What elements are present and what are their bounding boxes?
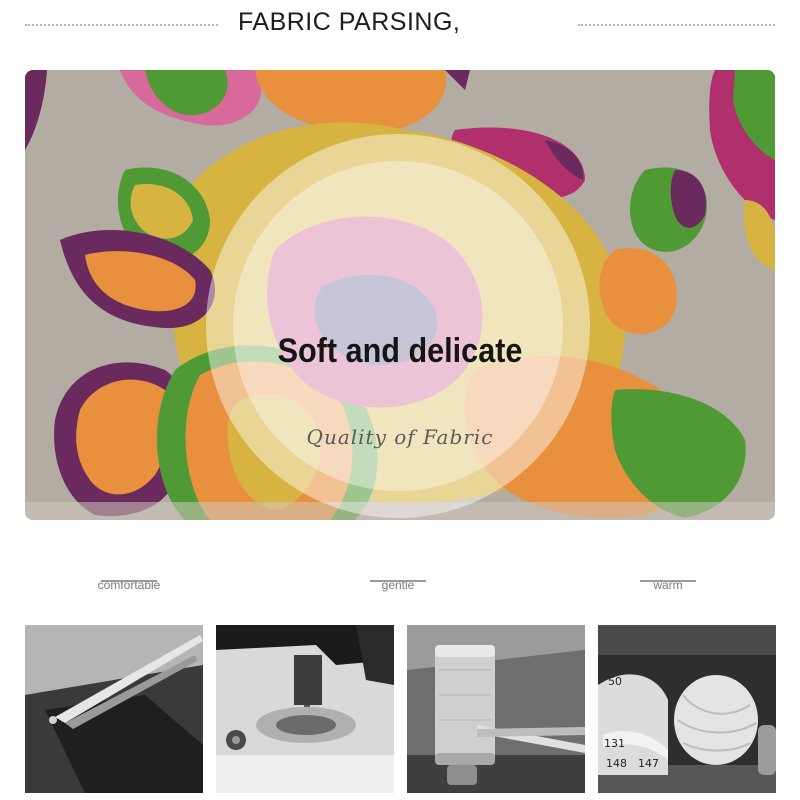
- feature-gentle: gentle: [328, 578, 468, 592]
- sewing-machine-image: [216, 625, 394, 793]
- feature-comfortable: comfortable: [59, 578, 199, 592]
- measuring-tape-and-twine-image: 50 131 147 148: [598, 625, 776, 793]
- feature-heading-faded: [328, 571, 468, 582]
- section-title: FABRIC PARSING,: [238, 8, 461, 36]
- scissors-cutting-fabric-image: [25, 625, 203, 793]
- hero-headline: Soft and delicate: [277, 332, 523, 370]
- feature-heading-faded: [598, 571, 738, 582]
- tape-number: 131: [604, 737, 625, 750]
- fabric-hero-image: Soft and delicate Quality of Fabric: [25, 70, 775, 520]
- thread-spool-and-snips-image: [407, 625, 585, 793]
- tape-number: 148: [606, 757, 627, 770]
- feature-heading-faded: [59, 571, 199, 582]
- tape-number: 147: [638, 757, 659, 770]
- hero-text-overlay: Soft and delicate Quality of Fabric: [25, 70, 775, 520]
- dotted-divider-left: [25, 24, 218, 26]
- hero-subtitle: Quality of Fabric: [306, 425, 494, 449]
- section-header: FABRIC PARSING,: [0, 0, 800, 50]
- feature-warm: warm: [598, 578, 738, 592]
- tape-number: 50: [608, 675, 622, 688]
- dotted-divider-right: [578, 24, 775, 26]
